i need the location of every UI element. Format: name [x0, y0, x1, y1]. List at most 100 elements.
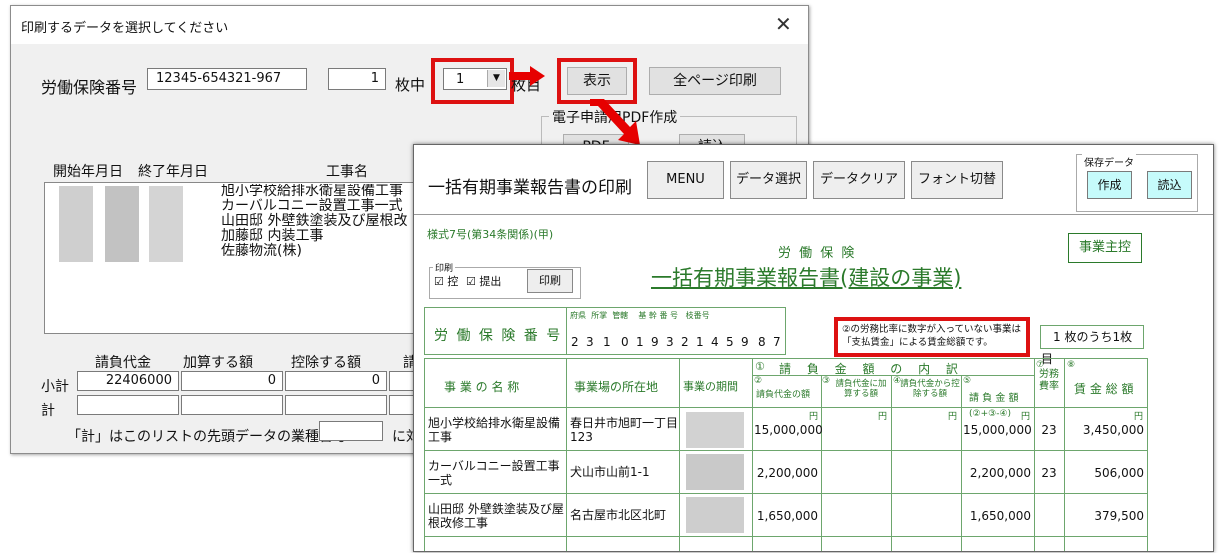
- row-contract: 1,650,000: [756, 509, 818, 523]
- submit-checkbox[interactable]: ☑ 提出: [466, 273, 501, 289]
- sub-contract-header: 請負代金の額: [756, 390, 811, 400]
- yen-unit: 円: [1021, 412, 1031, 422]
- digit: 1: [636, 335, 644, 349]
- font-switch-button[interactable]: フォント切替: [911, 161, 1003, 199]
- red-arrow-icon: [590, 99, 640, 145]
- digit: 4: [711, 335, 719, 349]
- page-info-number: 1: [1053, 330, 1061, 344]
- grid-line: [891, 375, 892, 551]
- grid-line: [1064, 358, 1065, 551]
- row-project-name: カーバルコニー設置工事一式: [428, 459, 560, 487]
- grid-line: [1034, 358, 1035, 551]
- grid-line: [821, 375, 822, 551]
- row-project-name: 山田邸 外壁鉄塗装及び屋根改修工事: [428, 502, 564, 530]
- digit: 7: [773, 335, 781, 349]
- divider: [414, 214, 1213, 215]
- digit: 1: [603, 335, 611, 349]
- copy-checkbox[interactable]: ☑ 控: [434, 273, 458, 289]
- row-location: 犬山市山前1-1: [570, 465, 650, 479]
- form-heading-main: 一括有期事業報告書(建設の事業): [651, 266, 962, 290]
- row-wage: 506,000: [1094, 466, 1144, 480]
- row-location: 名古屋市北区北町: [570, 508, 667, 522]
- report-print-panel: 一括有期事業報告書の印刷 MENU データ選択 データクリア フォント切替 保存…: [413, 144, 1214, 552]
- row-rate: 23: [1041, 423, 1057, 437]
- grid-line: [679, 358, 680, 551]
- digit: 5: [726, 335, 734, 349]
- grid-line: [424, 493, 1148, 494]
- digit: 3: [666, 335, 674, 349]
- blurred-period: [686, 497, 744, 533]
- digit: 2: [571, 335, 579, 349]
- sub-contract-num: ②: [754, 376, 763, 386]
- blurred-period: [686, 454, 744, 490]
- digit: 8: [758, 335, 766, 349]
- digit-header: 基 幹 番 号: [638, 311, 678, 320]
- col-location-header: 事業場の所在地: [574, 380, 659, 394]
- sub-deduct-header: 請負代金から控除する額: [900, 379, 960, 399]
- data-select-button[interactable]: データ選択: [730, 161, 807, 199]
- digit-header: 枝番号: [685, 311, 710, 320]
- digit-header: 管轄: [612, 311, 629, 320]
- row-wage: 379,500: [1094, 509, 1144, 523]
- form-print-button[interactable]: 印刷: [527, 269, 573, 293]
- grid-line: [566, 358, 567, 551]
- grid-line: [424, 450, 1148, 451]
- row-total: 2,200,000: [969, 466, 1031, 480]
- wage-note-box: ②の労務比率に数字が入っていない事業は 「支払賃金」による賃金総額です。: [834, 317, 1030, 357]
- col-wage-num: ⑧: [1067, 360, 1076, 370]
- yen-unit: 円: [1134, 412, 1144, 422]
- row-project-name: 旭小学校給排水衛星設備工事: [428, 416, 561, 444]
- digit: 9: [651, 335, 659, 349]
- digit-header: 府県: [570, 311, 586, 320]
- grid-line: [424, 407, 1148, 408]
- panel-title: 一括有期事業報告書の印刷: [428, 178, 632, 198]
- sub-total-header: 請 負 金 額: [969, 393, 1019, 404]
- note-line: 「支払賃金」による賃金総額です。: [842, 337, 993, 348]
- form-number: 様式7号(第34条関係)(甲): [427, 228, 554, 241]
- row-total: 15,000,000: [963, 423, 1032, 437]
- data-clear-button[interactable]: データクリア: [813, 161, 905, 199]
- col-breakdown-num: ①: [755, 360, 765, 373]
- yen-unit: 円: [809, 412, 819, 422]
- col-wage-header: 賃 金 総 額: [1074, 382, 1134, 396]
- row-rate: 23: [1041, 466, 1057, 480]
- copy-checkbox-label: 控: [447, 275, 459, 288]
- row-wage: 3,450,000: [1082, 423, 1144, 437]
- blurred-period: [686, 412, 744, 448]
- grid-line: [752, 358, 753, 551]
- digit-headers: 府県 所掌 管轄 基 幹 番 号 枝番号: [570, 310, 710, 321]
- row-contract: 15,000,000: [754, 423, 823, 437]
- digit: 9: [741, 335, 749, 349]
- yen-unit: 円: [878, 412, 888, 422]
- menu-button[interactable]: MENU: [647, 161, 724, 199]
- sub-add-num: ③: [822, 376, 831, 386]
- formula-unit: (②+③-④): [969, 409, 1012, 419]
- sub-add-header: 請負代金に加算する額: [835, 379, 887, 399]
- digit: 2: [681, 335, 689, 349]
- grid-line: [424, 536, 1148, 537]
- row-total: 1,650,000: [969, 509, 1031, 523]
- note-line: ②の労務比率に数字が入っていない事業は: [842, 324, 1022, 335]
- digit: 3: [586, 335, 594, 349]
- col-project-header: 事 業 の 名 称: [444, 380, 520, 394]
- page-info: 1 枚のうち1枚目: [1040, 325, 1144, 366]
- red-arrow-icon: [509, 66, 545, 86]
- col-breakdown-header: 請 負 金 額 の 内 訳: [779, 362, 964, 376]
- digit: 1: [696, 335, 704, 349]
- load-button[interactable]: 読込: [1147, 171, 1192, 199]
- form-heading-small: 労 働 保 険: [778, 246, 857, 261]
- create-button[interactable]: 作成: [1087, 171, 1132, 199]
- col-rate-header: 労務費率: [1039, 369, 1059, 392]
- row-contract: 2,200,000: [756, 466, 818, 480]
- digit-header: 所掌: [591, 311, 608, 320]
- form-insurance-label: 労 働 保 険 番 号: [434, 328, 563, 344]
- digit: 0: [621, 335, 629, 349]
- sub-total-num: ⑤: [963, 376, 972, 386]
- col-period-header: 事業の期間: [683, 380, 738, 393]
- yen-unit: 円: [948, 412, 958, 422]
- row-location: 春日井市旭町一丁目123: [570, 416, 679, 444]
- digit-row: 2 3 1 0 1 9 3 2 1 4 5 9 8 7: [566, 331, 786, 355]
- grid-line: [961, 375, 962, 551]
- save-data-label: 保存データ: [1082, 154, 1136, 169]
- owner-copy-badge: 事業主控: [1068, 233, 1142, 263]
